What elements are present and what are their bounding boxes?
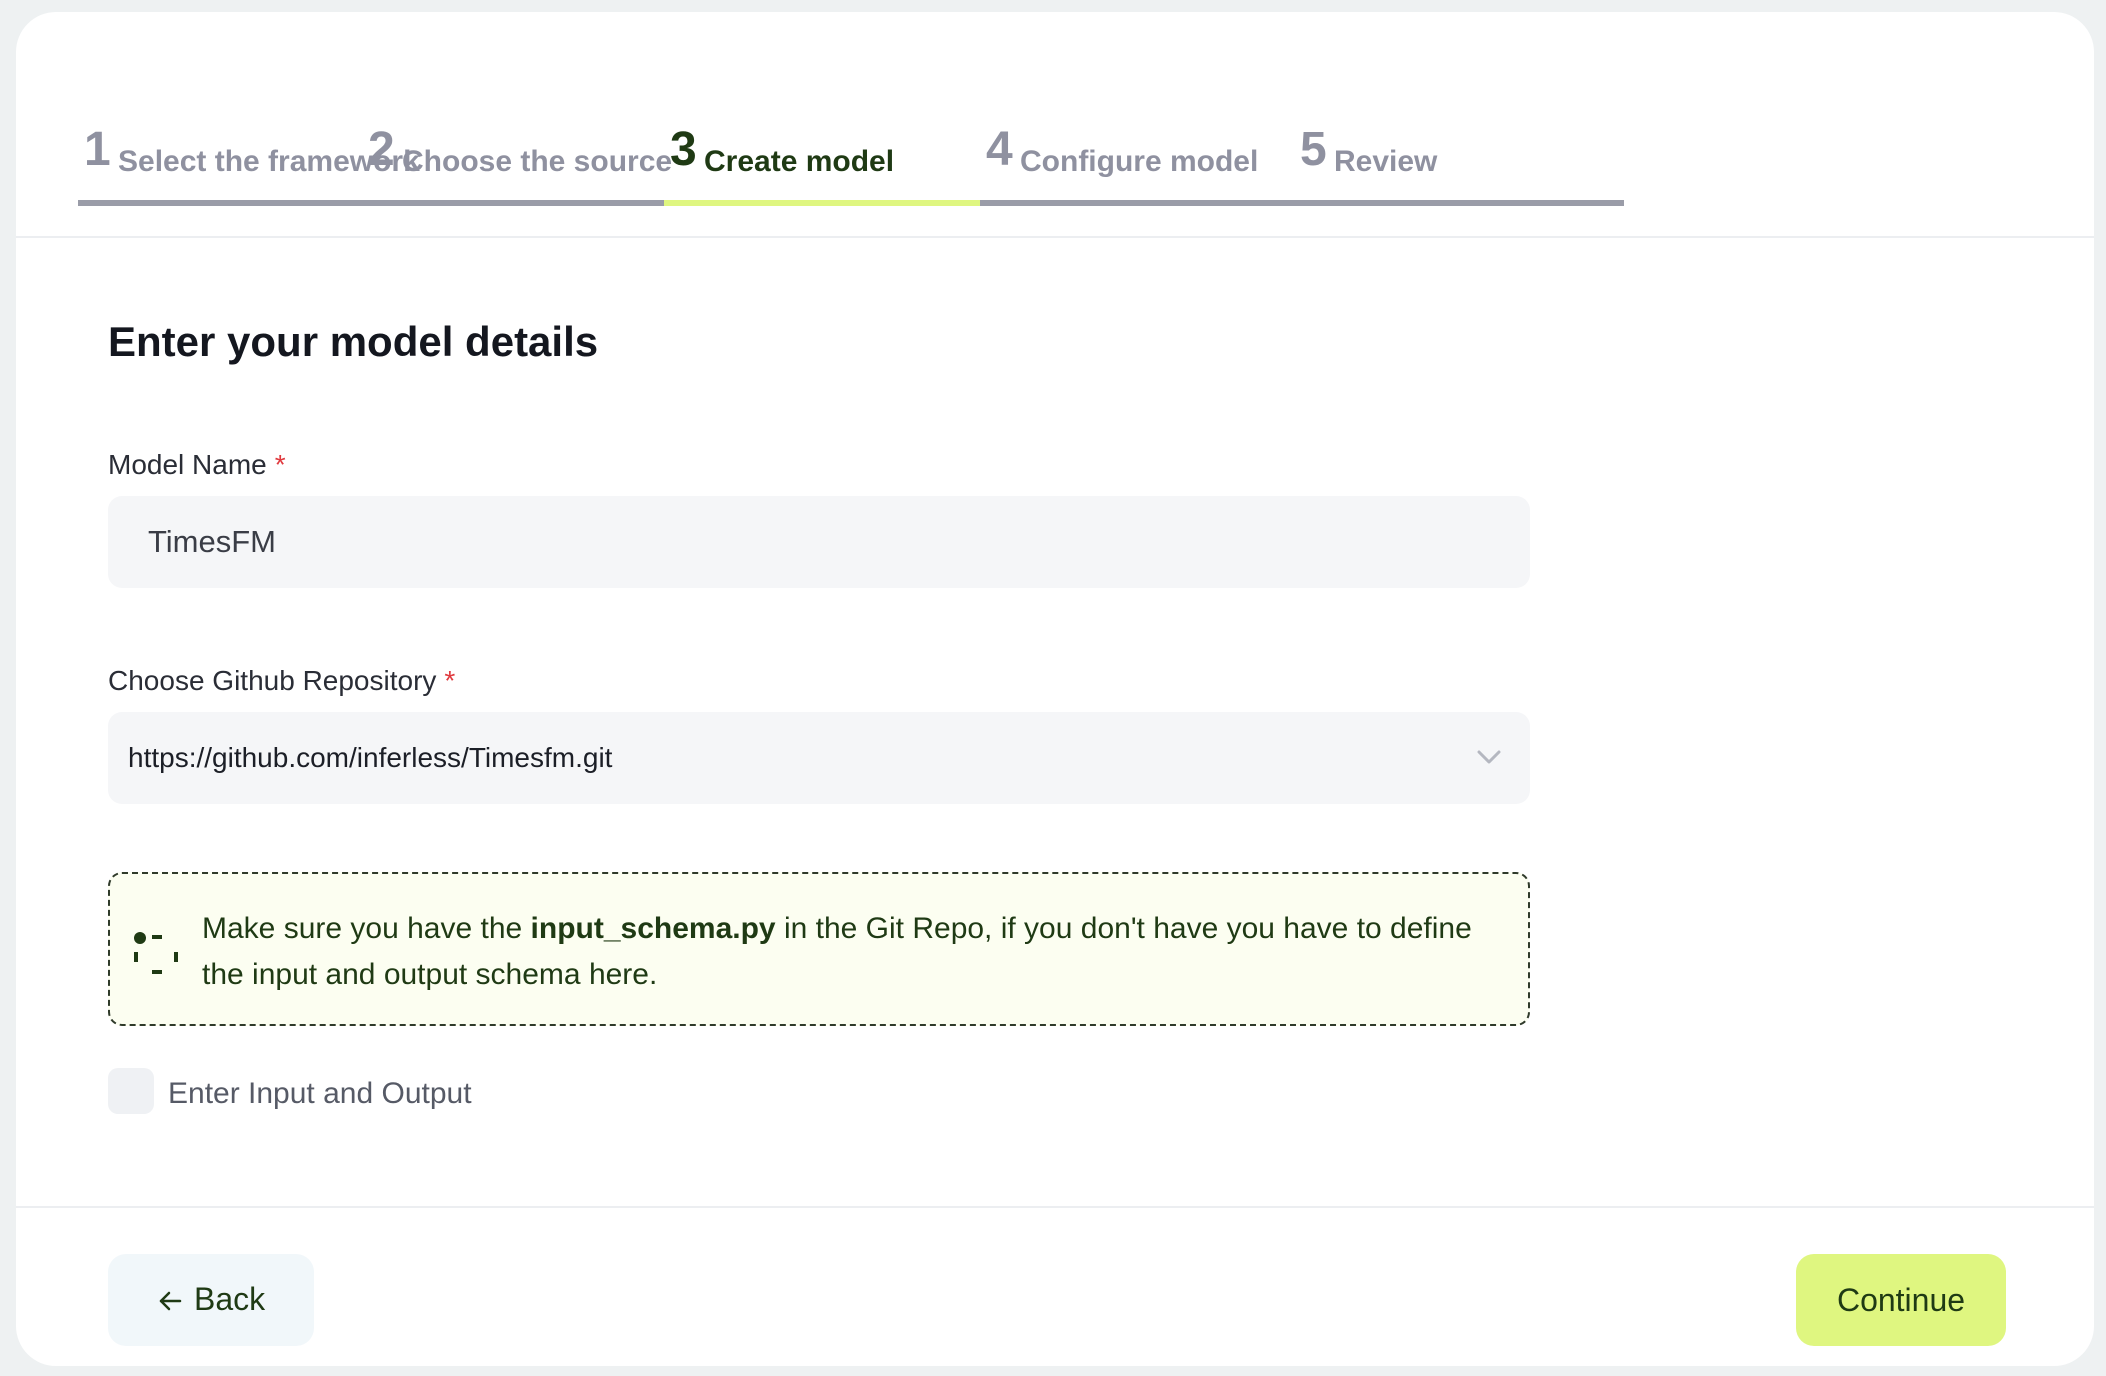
back-button[interactable]: Back	[108, 1254, 314, 1346]
repository-label: Choose Github Repository *	[108, 664, 455, 698]
input-output-checkbox[interactable]	[108, 1068, 154, 1114]
step-number: 1	[84, 123, 111, 176]
step-number: 4	[986, 123, 1013, 176]
step-number: 2	[368, 123, 395, 176]
step-number: 3	[670, 123, 697, 176]
step-select-framework[interactable]: 1 Select the framework	[78, 122, 420, 206]
schema-notice: Make sure you have the input_schema.py i…	[108, 872, 1530, 1026]
notice-text-before: Make sure you have the	[202, 912, 531, 945]
repository-selected-value: https://github.com/inferless/Timesfm.git	[128, 742, 613, 773]
step-label: Review	[1334, 145, 1438, 178]
notice-text: Make sure you have the input_schema.py i…	[202, 906, 1502, 998]
required-mark: *	[444, 665, 456, 696]
step-number: 5	[1300, 123, 1327, 176]
step-label: Choose the source	[402, 145, 673, 178]
notice-filename: input_schema.py	[530, 912, 776, 945]
back-button-label: Back	[194, 1281, 266, 1317]
footer: Back Continue	[16, 1206, 2094, 1366]
repository-label-text: Choose Github Repository	[108, 665, 437, 696]
step-label: Configure model	[1020, 145, 1259, 178]
dashed-circle-icon	[134, 932, 178, 974]
continue-button[interactable]: Continue	[1796, 1254, 2006, 1346]
model-name-input[interactable]	[108, 496, 1530, 588]
step-configure-model[interactable]: 4 Configure model	[980, 122, 1310, 206]
model-name-label-text: Model Name	[108, 449, 267, 480]
wizard-card: 1 Select the framework 2 Choose the sour…	[16, 12, 2094, 1366]
step-label: Create model	[704, 145, 895, 178]
step-review[interactable]: 5 Review	[1294, 122, 1624, 206]
stepper: 1 Select the framework 2 Choose the sour…	[16, 12, 2094, 238]
arrow-left-icon	[159, 1291, 182, 1311]
required-mark: *	[274, 449, 286, 480]
chevron-down-icon	[1477, 750, 1501, 764]
step-choose-source[interactable]: 2 Choose the source	[362, 122, 692, 206]
page-title: Enter your model details	[108, 318, 599, 365]
model-name-label: Model Name *	[108, 448, 286, 482]
repository-select[interactable]: https://github.com/inferless/Timesfm.git	[108, 712, 1530, 804]
input-output-checkbox-label[interactable]: Enter Input and Output	[168, 1076, 472, 1112]
step-create-model[interactable]: 3 Create model	[664, 122, 994, 206]
